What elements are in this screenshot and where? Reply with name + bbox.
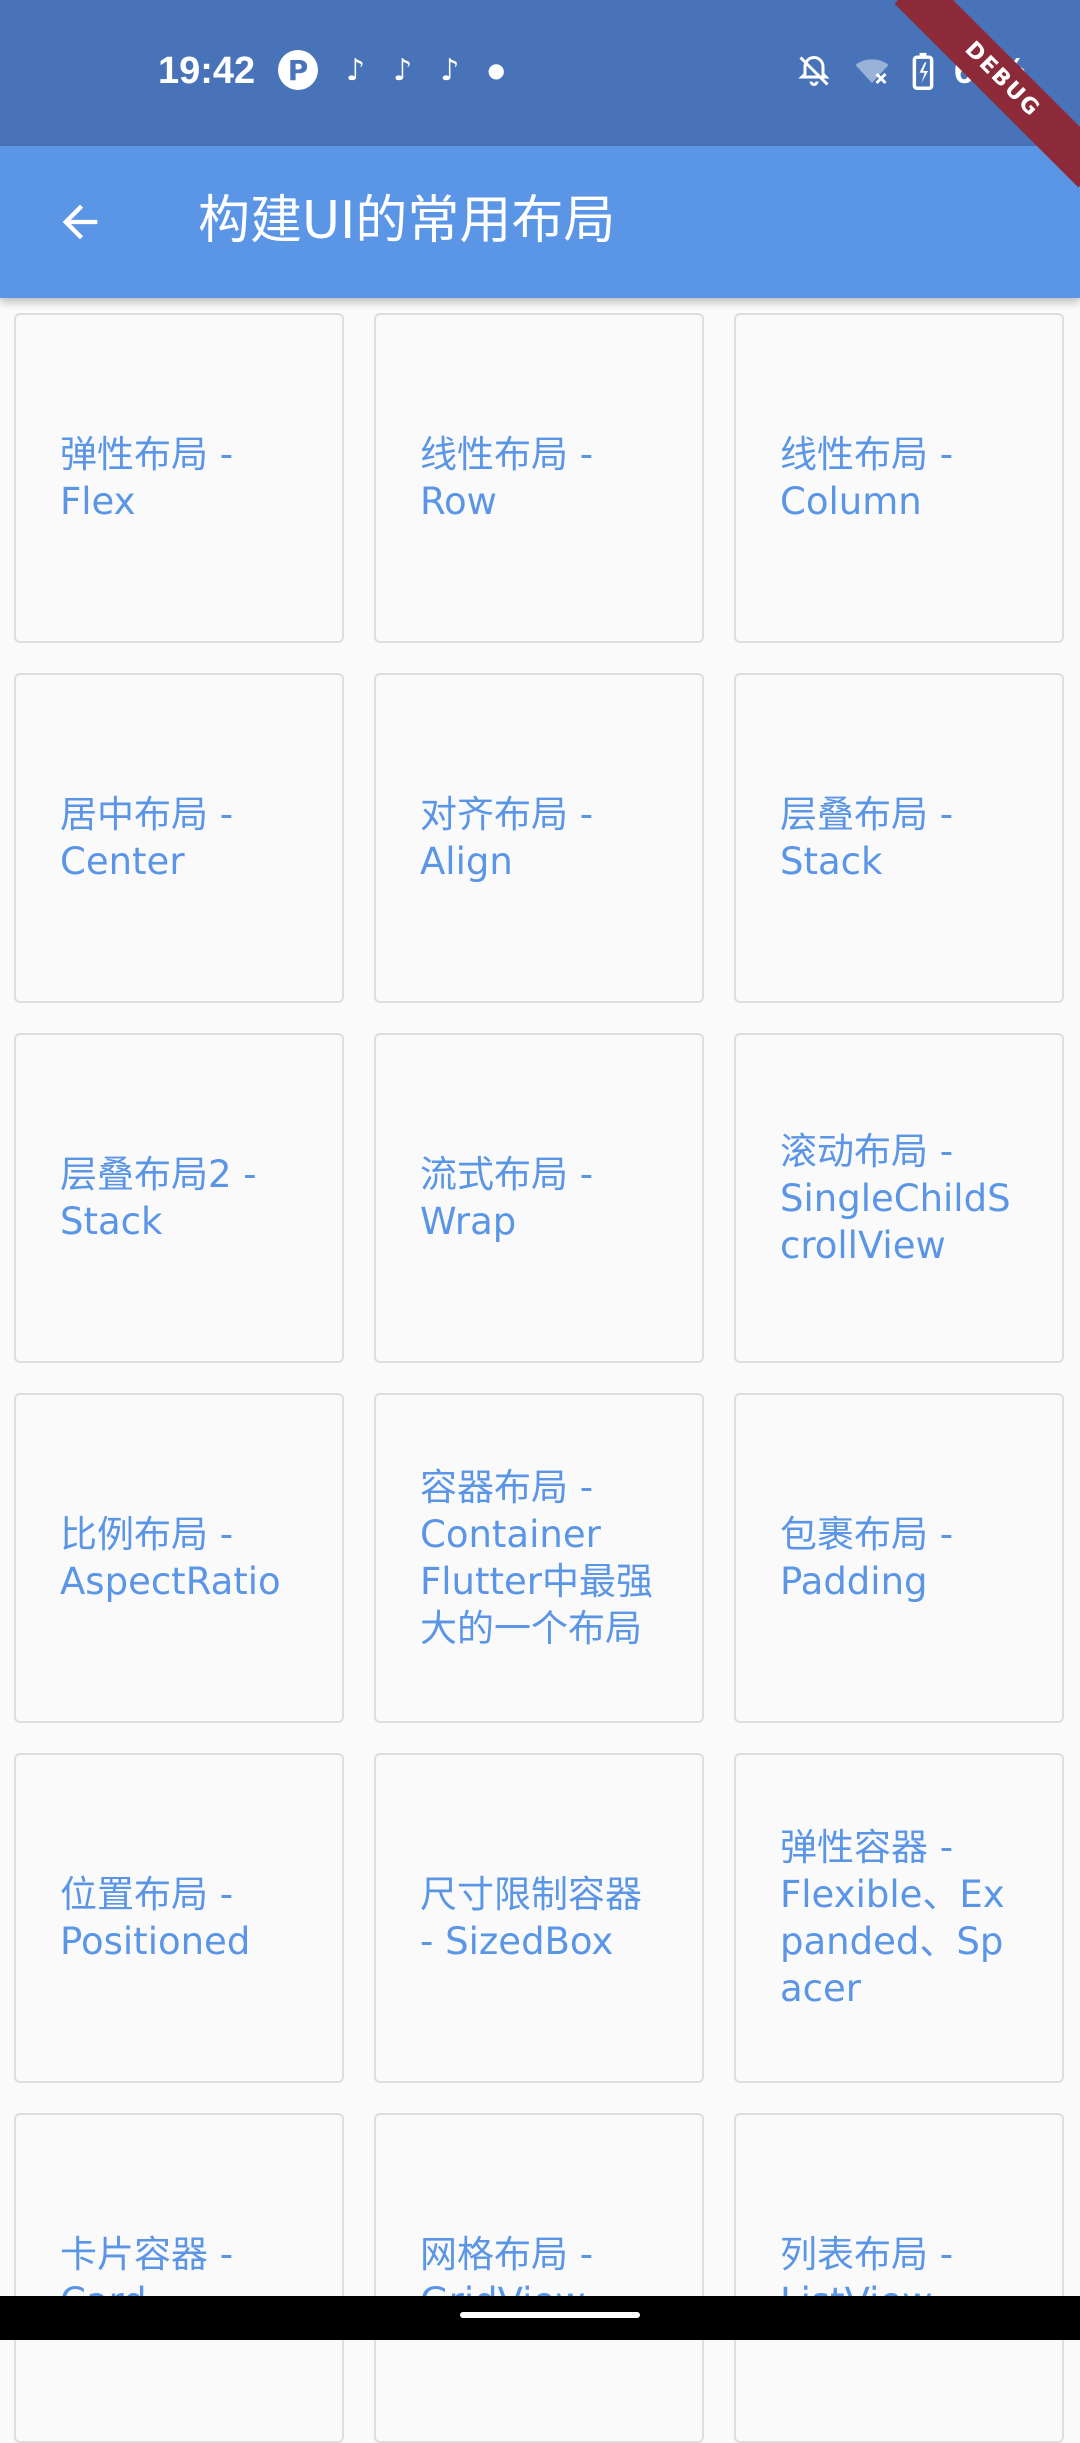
card-center[interactable]: 居中布局 - Center bbox=[14, 673, 344, 1003]
card-aspect-ratio[interactable]: 比例布局 - AspectRatio bbox=[14, 1393, 344, 1723]
card-container[interactable]: 容器布局 - Container Flutter中最强大的一个布局 bbox=[374, 1393, 704, 1723]
card-label: 弹性布局 - Flex bbox=[60, 433, 234, 523]
card-label: 尺寸限制容器 - SizedBox bbox=[420, 1873, 642, 1963]
status-time: 19:42 bbox=[158, 50, 256, 92]
card-card[interactable]: 卡片容器 - Card bbox=[14, 2113, 344, 2443]
wifi-off-icon bbox=[855, 59, 889, 85]
card-label: 滚动布局 - SingleChildScrollView bbox=[780, 1129, 1011, 1267]
card-stack[interactable]: 层叠布局 - Stack bbox=[734, 673, 1064, 1003]
card-label: 层叠布局 - Stack bbox=[780, 793, 954, 883]
arrow-left-icon bbox=[62, 204, 98, 240]
card-flex[interactable]: 弹性布局 - Flex bbox=[14, 313, 344, 643]
navigation-bar bbox=[0, 2296, 1080, 2340]
card-align[interactable]: 对齐布局 - Align bbox=[374, 673, 704, 1003]
card-label: 弹性容器 - Flexible、Expanded、Spacer bbox=[780, 1826, 1005, 2010]
card-label: 包裹布局 - Padding bbox=[780, 1513, 954, 1603]
dot-icon: ● bbox=[487, 58, 505, 82]
p-icon: P bbox=[278, 50, 318, 90]
status-bar: 19:42 P ♪ ♪ ♪ ● 65% DEBUG bbox=[0, 0, 1080, 188]
card-label: 层叠布局2 - Stack bbox=[60, 1153, 257, 1243]
card-label: 对齐布局 - Align bbox=[420, 793, 594, 883]
battery-charging-icon bbox=[912, 52, 934, 90]
card-label: 比例布局 - AspectRatio bbox=[60, 1513, 281, 1603]
card-padding[interactable]: 包裹布局 - Padding bbox=[734, 1393, 1064, 1723]
card-flexible[interactable]: 弹性容器 - Flexible、Expanded、Spacer bbox=[734, 1753, 1064, 2083]
card-positioned[interactable]: 位置布局 - Positioned bbox=[14, 1753, 344, 2083]
tiktok-icon: ♪ bbox=[440, 52, 460, 88]
tiktok-icon: ♪ bbox=[393, 52, 413, 88]
card-label: 居中布局 - Center bbox=[60, 793, 234, 883]
page-title: 构建UI的常用布局 bbox=[198, 191, 616, 251]
card-label: 位置布局 - Positioned bbox=[60, 1873, 251, 1963]
card-wrap[interactable]: 流式布局 - Wrap bbox=[374, 1033, 704, 1363]
card-label: 线性布局 - Column bbox=[780, 433, 954, 523]
bell-off-icon bbox=[798, 55, 830, 86]
notification-icons: P ♪ ♪ ♪ ● bbox=[278, 50, 505, 90]
card-column[interactable]: 线性布局 - Column bbox=[734, 313, 1064, 643]
tiktok-icon: ♪ bbox=[346, 52, 366, 88]
card-list-view[interactable]: 列表布局 - ListView bbox=[734, 2113, 1064, 2443]
card-label: 线性布局 - Row bbox=[420, 433, 594, 523]
card-label: 容器布局 - Container Flutter中最强大的一个布局 bbox=[420, 1466, 654, 1650]
gesture-handle[interactable] bbox=[460, 2312, 640, 2318]
app-bar: 构建UI的常用布局 bbox=[0, 146, 1080, 298]
card-single-child-scroll-view[interactable]: 滚动布局 - SingleChildScrollView bbox=[734, 1033, 1064, 1363]
card-stack-2[interactable]: 层叠布局2 - Stack bbox=[14, 1033, 344, 1363]
card-row[interactable]: 线性布局 - Row bbox=[374, 313, 704, 643]
card-grid-view[interactable]: 网格布局 - GridView bbox=[374, 2113, 704, 2443]
card-sized-box[interactable]: 尺寸限制容器 - SizedBox bbox=[374, 1753, 704, 2083]
layout-grid: 弹性布局 - Flex 线性布局 - Row 线性布局 - Column 居中布… bbox=[14, 313, 1066, 2443]
card-label: 流式布局 - Wrap bbox=[420, 1153, 594, 1243]
back-button[interactable] bbox=[40, 182, 120, 262]
